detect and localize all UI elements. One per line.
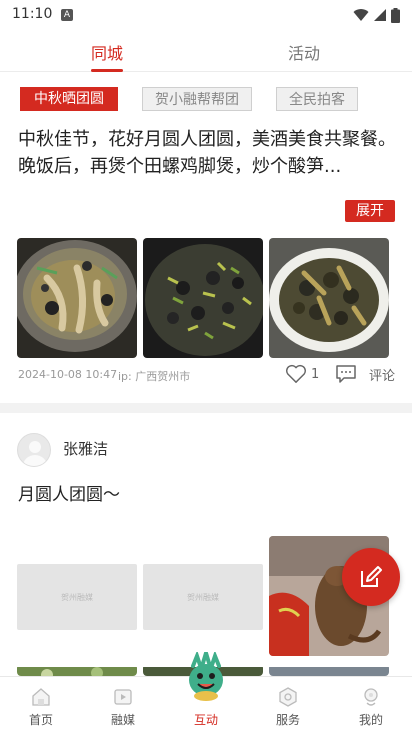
image-placeholder[interactable]: 贺州融媒 <box>143 564 263 630</box>
comment-button[interactable]: 评论 <box>335 364 395 384</box>
post-photo[interactable] <box>17 664 137 676</box>
nav-media-label: 融媒 <box>110 713 135 727</box>
mascot-icon[interactable] <box>181 652 231 702</box>
nav-interact-label: 互动 <box>193 713 218 727</box>
post-photo[interactable] <box>269 238 389 358</box>
expand-button[interactable]: 展开 <box>345 200 395 222</box>
home-icon <box>32 688 50 706</box>
comment-label: 评论 <box>369 368 396 384</box>
nav-home-label: 首页 <box>28 713 53 727</box>
heart-icon <box>286 364 306 383</box>
post-text: 月圆人团圆～ <box>18 485 120 505</box>
post-divider <box>0 403 412 413</box>
chip-mid-autumn[interactable]: 中秋晒团圆 <box>20 87 118 111</box>
avatar[interactable] <box>17 433 51 467</box>
like-button[interactable]: 1 <box>285 364 319 384</box>
status-icons <box>353 7 400 23</box>
profile-icon <box>364 688 378 706</box>
image-placeholder[interactable]: 贺州融媒 <box>17 564 137 630</box>
media-icon <box>114 689 132 705</box>
status-time: 11:10 <box>12 6 53 22</box>
battery-icon <box>391 7 400 23</box>
service-icon <box>279 687 297 707</box>
signal-icon <box>374 9 386 21</box>
post-photo[interactable] <box>269 664 389 676</box>
like-count: 1 <box>311 366 320 382</box>
post-photo[interactable] <box>143 238 263 358</box>
active-tab-indicator <box>91 69 123 72</box>
top-tab-bar: 同城 活动 <box>0 30 412 72</box>
post-username[interactable]: 张雅洁 <box>63 438 108 459</box>
post-timestamp: 2024-10-08 10:47 <box>18 368 118 381</box>
status-bar: 11:10 A <box>0 0 412 30</box>
nav-home[interactable]: 首页 <box>6 677 76 732</box>
chip-citizen-photographer[interactable]: 全民拍客 <box>276 87 358 111</box>
wifi-icon <box>353 9 369 21</box>
chip-help-group[interactable]: 贺小融帮帮团 <box>142 87 252 111</box>
notification-icon: A <box>61 9 73 21</box>
compose-button[interactable] <box>342 548 400 606</box>
post-photo[interactable] <box>17 238 137 358</box>
nav-profile-label: 我的 <box>358 713 383 727</box>
nav-service[interactable]: 服务 <box>253 677 323 732</box>
nav-service-label: 服务 <box>275 713 300 727</box>
nav-media[interactable]: 融媒 <box>88 677 158 732</box>
edit-icon <box>361 566 382 587</box>
post-text: 中秋佳节，花好月圆人团圆，美酒美食共聚餐。晚饭后，再煲个田螺鸡脚煲，炒个酸笋..… <box>18 129 396 177</box>
tab-tongcheng[interactable]: 同城 <box>91 40 123 64</box>
tab-activity[interactable]: 活动 <box>288 40 320 64</box>
comment-icon <box>336 365 356 383</box>
post-location: ip: 广西贺州市 <box>118 370 191 383</box>
nav-profile[interactable]: 我的 <box>336 677 406 732</box>
